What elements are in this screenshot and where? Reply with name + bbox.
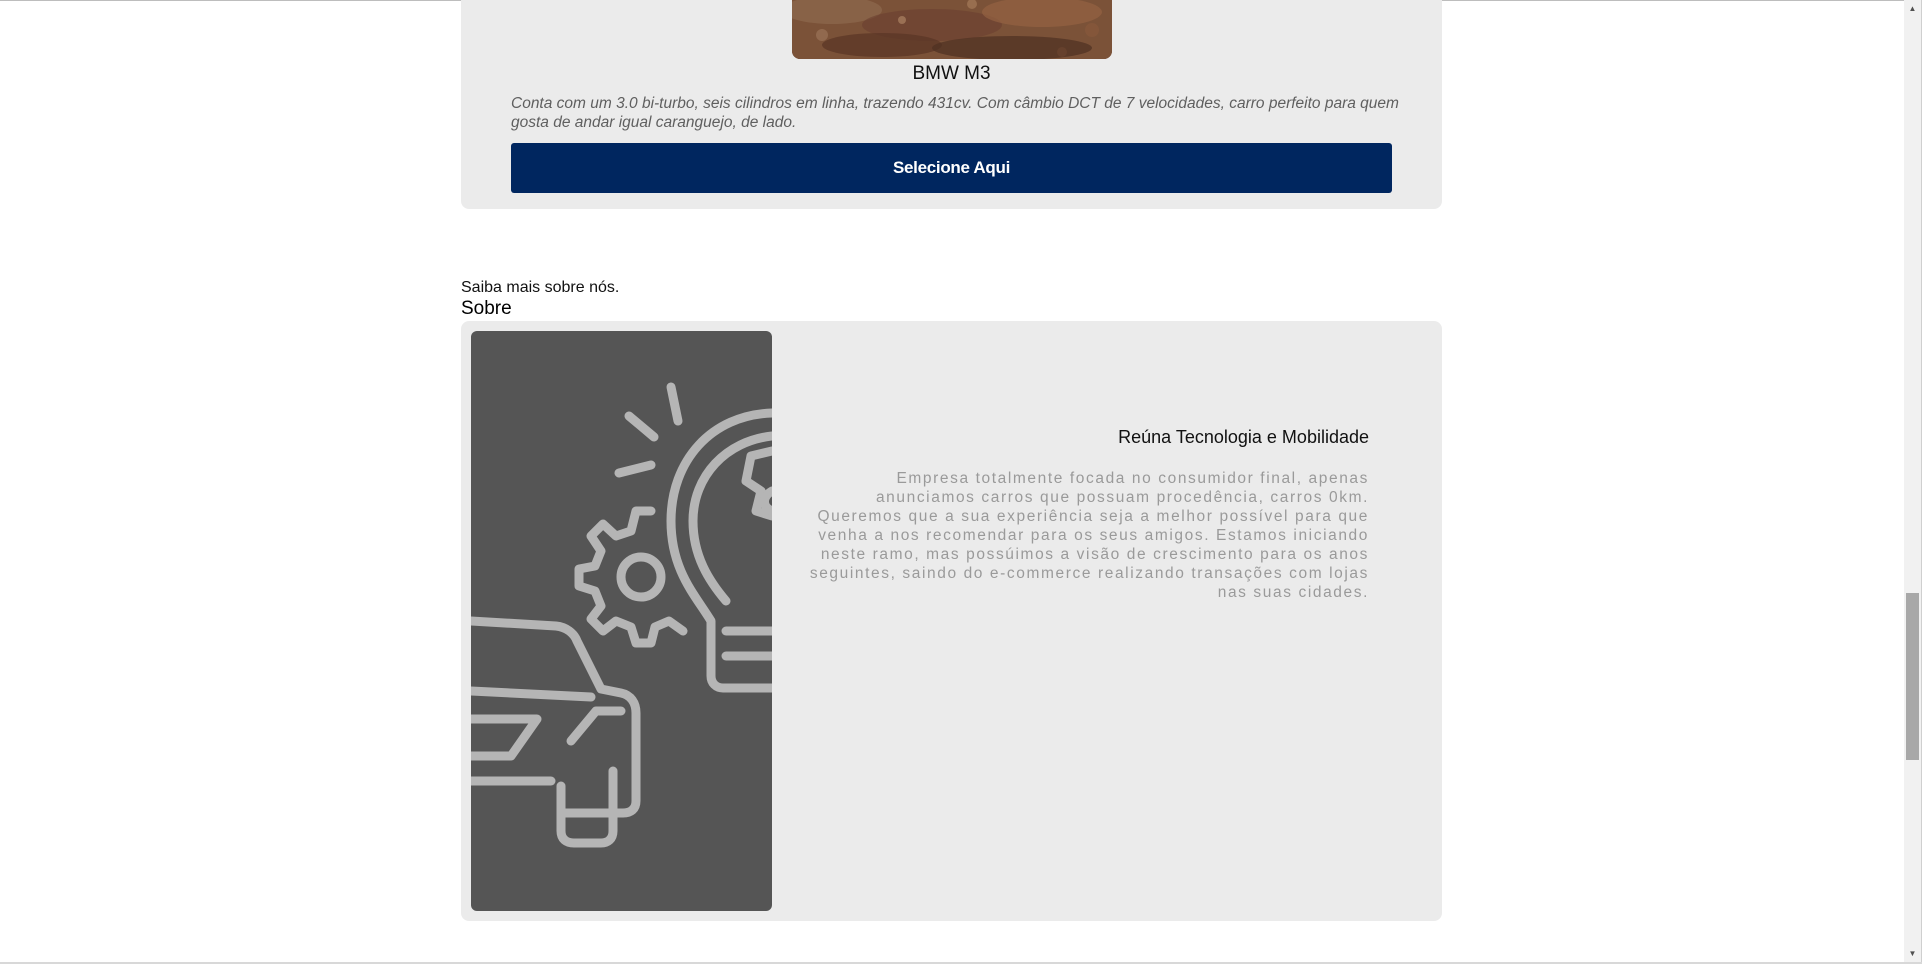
car-card: BMW M3 Conta com um 3.0 bi-turbo, seis c… (461, 0, 1442, 209)
scroll-up-arrow-icon[interactable]: ▲ (1904, 0, 1921, 17)
select-button-label: Selecione Aqui (892, 158, 1011, 177)
car-wheel (556, 766, 618, 848)
select-button[interactable]: Selecione Aqui (511, 143, 1392, 193)
page: BMW M3 Conta com um 3.0 bi-turbo, seis c… (0, 0, 1922, 964)
about-card: Reúna Tecnologia e Mobilidade Empresa to… (461, 321, 1442, 921)
about-title: Sobre (461, 298, 512, 319)
bulb-gear-hub (760, 486, 772, 516)
car-hood (471, 686, 596, 702)
about-subtitle: Saiba mais sobre nós. (461, 279, 620, 296)
car-title: BMW M3 (912, 63, 991, 84)
illustration-svg (471, 382, 772, 848)
ray-line (614, 460, 656, 478)
vertical-scrollbar[interactable]: ▲ ▼ (1904, 0, 1921, 962)
ray-line (624, 411, 659, 442)
car-lightbulb-gear-illustration (471, 331, 772, 911)
car-headlight (471, 714, 542, 761)
car-photo[interactable] (792, 0, 1112, 59)
ray-line (666, 382, 683, 426)
car-photo-texture (792, 0, 1112, 59)
gear-hub (616, 552, 666, 602)
bulb-inner (688, 431, 772, 606)
scroll-thumb[interactable] (1906, 593, 1919, 760)
scroll-down-arrow-icon[interactable]: ▼ (1904, 945, 1921, 962)
car-detail (566, 706, 626, 746)
about-heading: Reúna Tecnologia e Mobilidade (1118, 427, 1369, 447)
car-description: Conta com um 3.0 bi-turbo, seis cilindro… (511, 95, 1399, 131)
about-text: Empresa totalmente focada no consumidor … (809, 470, 1369, 601)
